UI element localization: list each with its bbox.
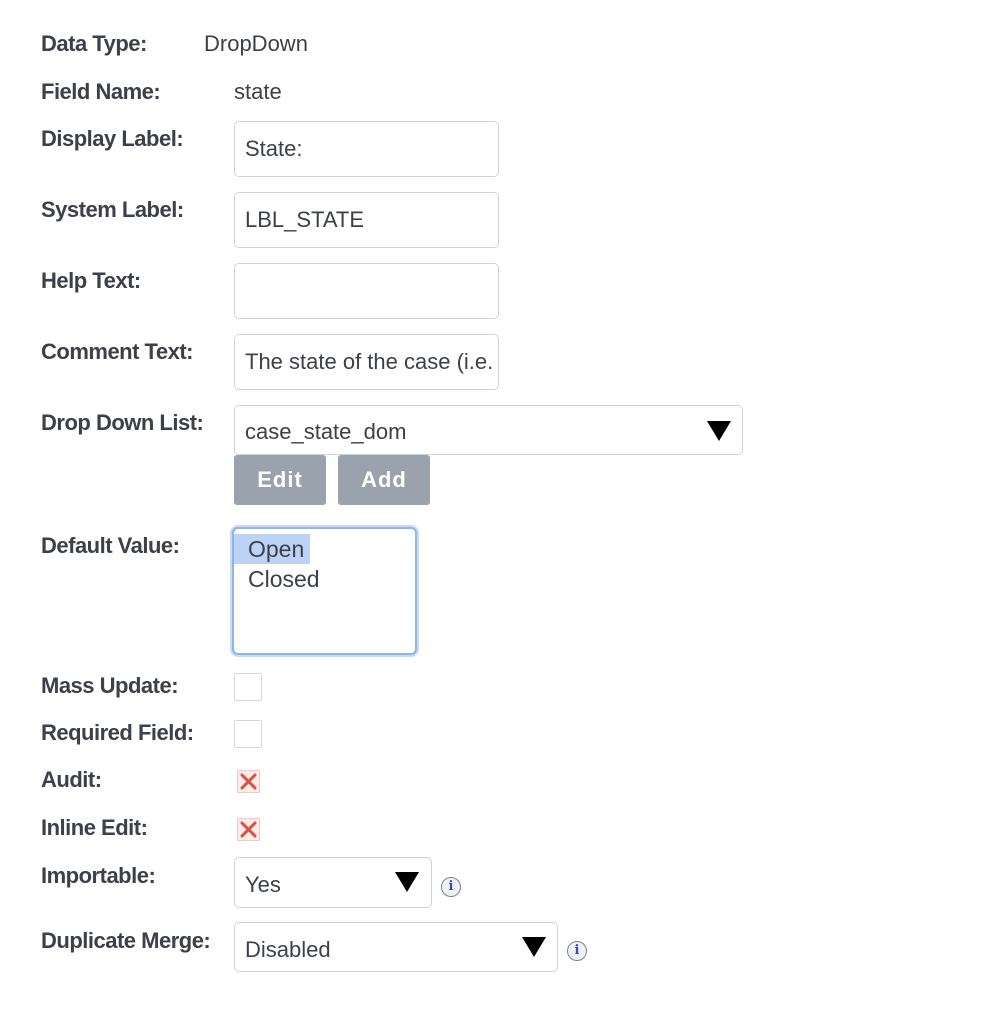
default-value-listbox[interactable]: Open Closed bbox=[232, 527, 417, 655]
data-type-value: DropDown bbox=[204, 31, 308, 56]
info-icon[interactable]: i bbox=[567, 941, 587, 961]
mass-update-label: Mass Update: bbox=[41, 673, 179, 698]
default-value-option-closed[interactable]: Closed bbox=[234, 564, 415, 594]
chevron-down-icon bbox=[395, 872, 419, 892]
data-type-label: Data Type: bbox=[41, 31, 147, 56]
default-value-option-open[interactable]: Open bbox=[234, 534, 310, 564]
info-icon[interactable]: i bbox=[441, 877, 461, 897]
display-label-input[interactable]: State: bbox=[234, 121, 499, 177]
display-label-label: Display Label: bbox=[41, 126, 184, 151]
duplicate-merge-select[interactable]: Disabled bbox=[234, 922, 558, 972]
drop-down-list-label: Drop Down List: bbox=[41, 410, 204, 435]
audit-checked-icon[interactable] bbox=[237, 770, 260, 793]
importable-value: Yes bbox=[245, 872, 281, 897]
chevron-down-icon bbox=[707, 421, 731, 441]
required-field-label: Required Field: bbox=[41, 720, 194, 745]
field-name-value: state bbox=[234, 79, 282, 104]
field-editor: Data Type: DropDown Field Name: state Di… bbox=[0, 0, 1008, 1024]
drop-down-list-select[interactable]: case_state_dom bbox=[234, 405, 743, 455]
importable-select[interactable]: Yes bbox=[234, 857, 432, 908]
field-name-label: Field Name: bbox=[41, 79, 161, 104]
system-label-input[interactable]: LBL_STATE bbox=[234, 192, 499, 248]
audit-label: Audit: bbox=[41, 767, 102, 792]
default-value-label: Default Value: bbox=[41, 533, 180, 558]
add-dropdown-button[interactable]: Add bbox=[338, 455, 430, 505]
mass-update-checkbox[interactable] bbox=[234, 673, 262, 701]
duplicate-merge-label: Duplicate Merge: bbox=[41, 928, 211, 953]
system-label-label: System Label: bbox=[41, 197, 184, 222]
help-text-label: Help Text: bbox=[41, 268, 141, 293]
inline-edit-checked-icon[interactable] bbox=[237, 818, 260, 841]
drop-down-list-value: case_state_dom bbox=[245, 419, 407, 444]
help-text-input[interactable] bbox=[234, 263, 499, 319]
comment-text-label: Comment Text: bbox=[41, 339, 194, 364]
edit-dropdown-button[interactable]: Edit bbox=[234, 455, 326, 505]
chevron-down-icon bbox=[522, 937, 546, 957]
importable-label: Importable: bbox=[41, 863, 156, 888]
inline-edit-label: Inline Edit: bbox=[41, 815, 148, 840]
duplicate-merge-value: Disabled bbox=[245, 937, 331, 962]
required-field-checkbox[interactable] bbox=[234, 720, 262, 748]
comment-text-input[interactable]: The state of the case (i.e. bbox=[234, 334, 499, 390]
